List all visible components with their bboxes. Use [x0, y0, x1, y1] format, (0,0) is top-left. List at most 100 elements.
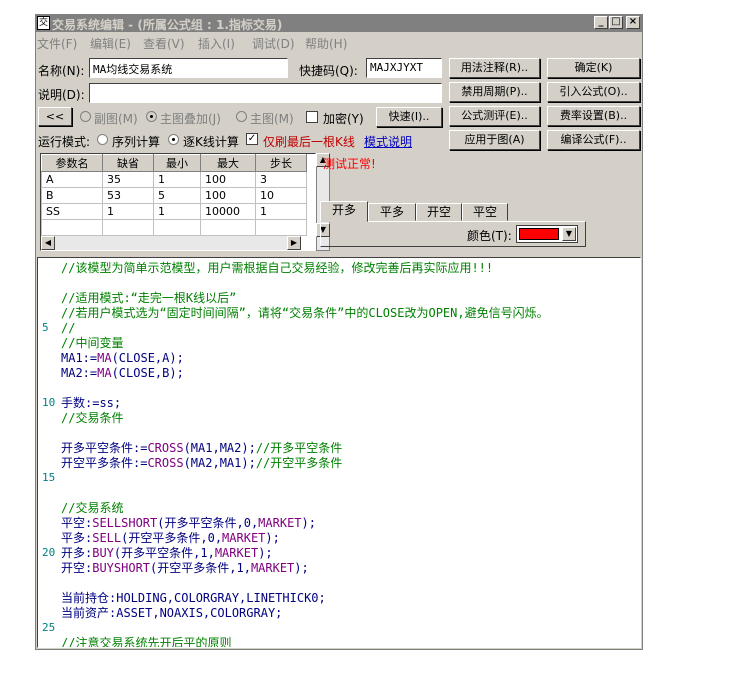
- description-input[interactable]: [89, 83, 442, 103]
- code-line[interactable]: 当前持仓:HOLDING,COLORGRAY,LINETHICK0;: [61, 591, 326, 606]
- code-line[interactable]: 开多:BUY(开多平空条件,1,MARKET);: [61, 546, 273, 561]
- param-cell[interactable]: 35: [102, 171, 154, 188]
- table-row[interactable]: [41, 219, 307, 236]
- minimize-button[interactable]: _: [594, 16, 608, 29]
- parameter-table: 参数名 缺省 最小 最大 步长 A 35 1 100 3 B 53 5 100 …: [41, 154, 307, 236]
- param-cell-empty[interactable]: [200, 219, 256, 236]
- code-token: (CLOSE,B);: [111, 366, 184, 380]
- param-header-max[interactable]: 最大: [200, 154, 256, 172]
- confirm-button[interactable]: 确定(K): [547, 58, 640, 78]
- param-cell[interactable]: A: [41, 171, 103, 188]
- name-input[interactable]: MA均线交易系统: [89, 58, 288, 78]
- tab-open-long[interactable]: 开多: [320, 201, 368, 222]
- param-cell[interactable]: 1: [153, 203, 201, 220]
- line-number: 25: [42, 621, 56, 634]
- code-line[interactable]: 平多:SELL(开空平多条件,0,MARKET);: [61, 531, 280, 546]
- code-line[interactable]: //该模型为简单示范模型，用户需根据自己交易经验，修改完善后再实际应用!!!: [61, 261, 493, 276]
- param-header-step[interactable]: 步长: [255, 154, 307, 172]
- sequential-radio[interactable]: [97, 134, 108, 145]
- code-line[interactable]: 手数:=ss;: [61, 396, 121, 411]
- shortcut-input[interactable]: MAJXJYXT: [366, 58, 442, 78]
- code-line[interactable]: 开多平空条件:=CROSS(MA1,MA2);//开多平空条件: [61, 441, 342, 456]
- param-cell-empty[interactable]: [41, 219, 103, 236]
- compile-formula-button[interactable]: 编译公式(F)..: [547, 130, 640, 150]
- import-formula-button[interactable]: 引入公式(O)..: [547, 82, 640, 102]
- code-line[interactable]: //交易条件: [61, 411, 123, 426]
- encrypt-checkbox[interactable]: [306, 111, 318, 123]
- param-cell[interactable]: 1: [255, 203, 307, 220]
- menu-debug[interactable]: 调试(D): [252, 35, 295, 52]
- code-token: //: [61, 321, 76, 335]
- close-button[interactable]: ×: [626, 16, 640, 29]
- tab-close-short[interactable]: 平空: [462, 203, 508, 221]
- title-bar[interactable]: 交 交易系统编辑 - (所属公式组 : 1.指标交易) _ □ ×: [36, 15, 642, 32]
- menu-file[interactable]: 文件(F): [37, 35, 77, 52]
- menu-edit[interactable]: 编辑(E): [90, 35, 131, 52]
- tab-close-long[interactable]: 平多: [368, 203, 416, 221]
- tab-open-short[interactable]: 开空: [416, 203, 462, 221]
- per-bar-radio[interactable]: [168, 134, 179, 145]
- param-cell-empty[interactable]: [102, 219, 154, 236]
- param-cell[interactable]: 10: [255, 187, 307, 204]
- code-line[interactable]: //注意交易系统先开后平的原则: [61, 636, 231, 647]
- fee-settings-button[interactable]: 费率设置(B)..: [547, 106, 640, 126]
- code-line[interactable]: MA2:=MA(CLOSE,B);: [61, 366, 184, 381]
- code-token: MARKET: [258, 516, 302, 530]
- menu-help[interactable]: 帮助(H): [305, 35, 347, 52]
- table-row[interactable]: A 35 1 100 3: [41, 171, 307, 188]
- color-picker[interactable]: ▼: [516, 225, 578, 243]
- param-cell[interactable]: 1: [102, 203, 154, 220]
- param-header-name[interactable]: 参数名: [41, 154, 103, 172]
- code-line[interactable]: //交易系统: [61, 501, 123, 516]
- code-token: //开多平空条件: [255, 441, 343, 455]
- table-row[interactable]: B 53 5 100 10: [41, 187, 307, 204]
- collapse-button[interactable]: <<: [38, 107, 72, 126]
- param-cell-empty[interactable]: [255, 219, 307, 236]
- param-cell[interactable]: B: [41, 187, 103, 204]
- param-header-default[interactable]: 缺省: [102, 154, 154, 172]
- param-cell[interactable]: 1: [153, 171, 201, 188]
- code-token: (MA2,MA1);: [183, 456, 256, 470]
- param-cell[interactable]: SS: [41, 203, 103, 220]
- mode-help-link[interactable]: 模式说明: [364, 133, 412, 150]
- apply-to-chart-button[interactable]: 应用于图(A): [449, 130, 540, 150]
- maximize-button[interactable]: □: [609, 16, 623, 29]
- code-token: );: [265, 531, 280, 545]
- main-chart-radio[interactable]: [236, 111, 247, 122]
- param-cell-empty[interactable]: [153, 219, 201, 236]
- forbid-period-button[interactable]: 禁用周期(P)..: [449, 82, 540, 102]
- scroll-left-icon[interactable]: ◀: [41, 236, 55, 250]
- code-line[interactable]: 平空:SELLSHORT(开多平空条件,0,MARKET);: [61, 516, 316, 531]
- code-line[interactable]: MA1:=MA(CLOSE,A);: [61, 351, 184, 366]
- signal-tab-panel: 颜色(T): ▼: [320, 221, 586, 247]
- code-line[interactable]: 开空平多条件:=CROSS(MA2,MA1);//开空平多条件: [61, 456, 342, 471]
- menu-view[interactable]: 查看(V): [143, 35, 185, 52]
- param-header-min[interactable]: 最小: [153, 154, 201, 172]
- code-line[interactable]: 当前资产:ASSET,NOAXIS,COLORGRAY;: [61, 606, 282, 621]
- code-line[interactable]: //若用户模式选为“固定时间间隔”，请将“交易条件”中的CLOSE改为OPEN,…: [61, 306, 549, 321]
- code-line[interactable]: //: [61, 321, 75, 336]
- last-bar-only-label: 仅刷最后一根K线: [263, 135, 355, 149]
- grid-horizontal-scrollbar[interactable]: ◀ ▶: [41, 236, 301, 250]
- code-token: (MA1,MA2);: [183, 441, 256, 455]
- code-editor[interactable]: 5 10 15 20 25 //该模型为简单示范模型，用户需根据自己交易经验，修改完善后…: [37, 257, 641, 648]
- param-cell[interactable]: 100: [200, 171, 256, 188]
- code-line[interactable]: //适用模式:“走完一根K线以后”: [61, 291, 236, 306]
- menu-insert[interactable]: 插入(I): [198, 35, 235, 52]
- param-cell[interactable]: 100: [200, 187, 256, 204]
- last-bar-only-checkbox[interactable]: ✓: [246, 133, 258, 145]
- code-line[interactable]: 开空:BUYSHORT(开空平多条件,1,MARKET);: [61, 561, 309, 576]
- quick-button[interactable]: 快速(I)..: [376, 107, 442, 127]
- main-overlay-radio[interactable]: [146, 111, 157, 122]
- sub-chart-radio[interactable]: [80, 111, 91, 122]
- param-cell[interactable]: 10000: [200, 203, 256, 220]
- param-cell[interactable]: 3: [255, 171, 307, 188]
- code-line[interactable]: //中间变量: [61, 336, 123, 351]
- chevron-down-icon[interactable]: ▼: [562, 227, 576, 241]
- param-cell[interactable]: 5: [153, 187, 201, 204]
- table-row[interactable]: SS 1 1 10000 1: [41, 203, 307, 220]
- formula-test-button[interactable]: 公式测评(E)..: [449, 106, 540, 126]
- param-cell[interactable]: 53: [102, 187, 154, 204]
- usage-notes-button[interactable]: 用法注释(R)..: [449, 58, 540, 78]
- scroll-right-icon[interactable]: ▶: [287, 236, 301, 250]
